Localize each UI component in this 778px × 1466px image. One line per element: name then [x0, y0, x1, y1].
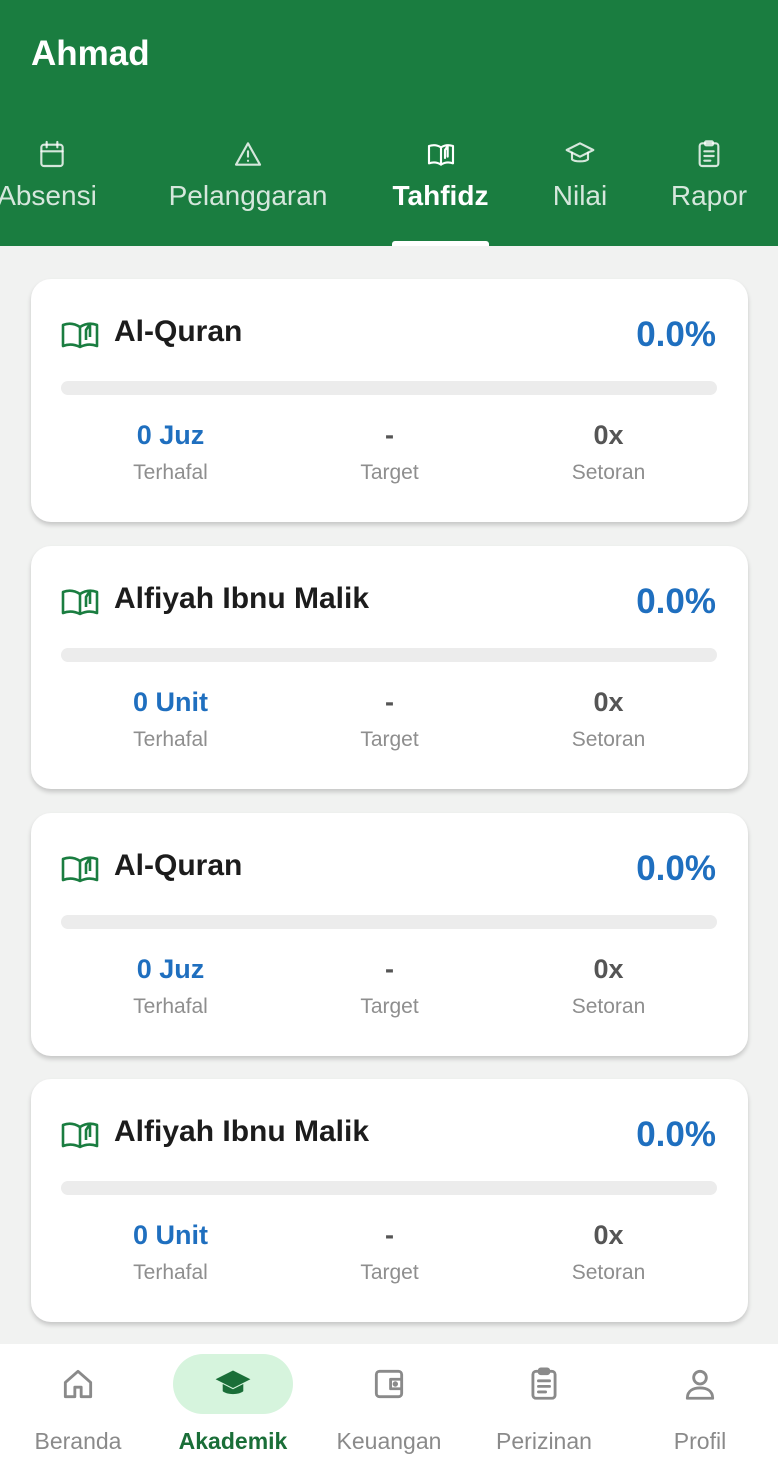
- clipboard-icon: [698, 140, 720, 168]
- nav-pill: [18, 1354, 138, 1414]
- stat-label: Terhafal: [133, 1261, 208, 1284]
- nav-beranda[interactable]: Beranda: [3, 1354, 153, 1464]
- progress-percent: 0.0%: [636, 1115, 716, 1154]
- person-icon: [685, 1369, 715, 1400]
- stat-terhafal: 0 Unit Terhafal: [61, 684, 280, 752]
- tab-label: Tahfidz: [392, 180, 489, 211]
- nav-profil[interactable]: Profil: [625, 1354, 775, 1464]
- nav-pill: [640, 1354, 760, 1414]
- progress-percent: 0.0%: [636, 582, 716, 621]
- open-book-icon: [427, 144, 454, 166]
- active-tab-indicator: [392, 241, 489, 246]
- stat-value: 0 Juz: [136, 954, 205, 984]
- progress-bar: [61, 1181, 717, 1195]
- clipboard-icon: [531, 1367, 557, 1400]
- open-book-icon: [61, 589, 99, 616]
- graduation-cap-icon: [215, 1370, 251, 1395]
- stat-setoran: 0x Setoran: [499, 417, 718, 485]
- warning-icon: [234, 142, 262, 166]
- stat-label: Target: [360, 461, 419, 484]
- stat-value: 0 Juz: [136, 420, 205, 450]
- stat-value: 0 Unit: [132, 1220, 208, 1250]
- nav-akademik[interactable]: Akademik: [158, 1354, 308, 1464]
- stat-label: Target: [360, 1261, 419, 1284]
- graduation-cap-icon: [565, 142, 595, 163]
- app-header: Ahmad Absensi Pelanggaran Tahfidz Nilai …: [0, 0, 778, 246]
- nav-pill: [329, 1354, 449, 1414]
- page-title: Ahmad: [31, 34, 150, 73]
- card-title: Alfiyah Ibnu Malik: [114, 1115, 370, 1148]
- tab-tahfidz[interactable]: Tahfidz: [384, 134, 497, 246]
- tab-label: Absensi: [0, 180, 97, 211]
- nav-label: Akademik: [178, 1428, 288, 1454]
- stat-terhafal: 0 Juz Terhafal: [61, 951, 280, 1019]
- stat-terhafal: 0 Juz Terhafal: [61, 417, 280, 485]
- open-book-icon: [61, 322, 99, 349]
- stat-value: -: [385, 1220, 394, 1250]
- card-title: Al-Quran: [114, 315, 243, 348]
- tab-label: Rapor: [670, 180, 748, 211]
- nav-label: Profil: [673, 1428, 727, 1454]
- progress-percent: 0.0%: [636, 849, 716, 888]
- tahfidz-card[interactable]: Alfiyah Ibnu Malik 0.0% 0 Unit Terhafal …: [31, 1079, 748, 1322]
- nav-perizinan[interactable]: Perizinan: [469, 1354, 619, 1464]
- tab-pelanggaran[interactable]: Pelanggaran: [165, 134, 331, 246]
- wallet-icon: [374, 1369, 404, 1399]
- tab-absensi[interactable]: Absensi: [0, 134, 104, 246]
- open-book-icon: [61, 856, 99, 883]
- tab-rapor[interactable]: Rapor: [664, 134, 754, 246]
- stat-value: 0x: [593, 420, 624, 450]
- nav-pill: [484, 1354, 604, 1414]
- progress-bar: [61, 915, 717, 929]
- stat-value: 0x: [593, 687, 624, 717]
- stat-value: 0 Unit: [132, 687, 208, 717]
- home-icon: [63, 1369, 93, 1399]
- tab-label: Pelanggaran: [168, 180, 328, 211]
- stat-label: Target: [360, 995, 419, 1018]
- stat-label: Setoran: [571, 995, 646, 1018]
- tahfidz-card[interactable]: Al-Quran 0.0% 0 Juz Terhafal - Target 0x…: [31, 279, 748, 522]
- stat-label: Setoran: [571, 728, 646, 751]
- stat-setoran: 0x Setoran: [499, 951, 718, 1019]
- tab-nilai[interactable]: Nilai: [540, 134, 620, 246]
- tab-label: Nilai: [552, 180, 608, 211]
- card-title: Alfiyah Ibnu Malik: [114, 582, 370, 615]
- nav-label: Beranda: [34, 1428, 122, 1454]
- stat-label: Terhafal: [133, 995, 208, 1018]
- stat-target: - Target: [280, 951, 499, 1019]
- stat-target: - Target: [280, 684, 499, 752]
- bottom-navigation: Beranda Akademik Keuangan Perizinan Prof…: [0, 1344, 778, 1466]
- calendar-icon: [40, 140, 64, 168]
- stat-label: Terhafal: [133, 461, 208, 484]
- progress-bar: [61, 381, 717, 395]
- progress-percent: 0.0%: [636, 315, 716, 354]
- stat-target: - Target: [280, 1217, 499, 1285]
- stat-label: Setoran: [571, 461, 646, 484]
- tahfidz-card[interactable]: Alfiyah Ibnu Malik 0.0% 0 Unit Terhafal …: [31, 546, 748, 789]
- nav-pill: [173, 1354, 293, 1414]
- progress-bar: [61, 648, 717, 662]
- stat-setoran: 0x Setoran: [499, 684, 718, 752]
- tahfidz-card[interactable]: Al-Quran 0.0% 0 Juz Terhafal - Target 0x…: [31, 813, 748, 1056]
- open-book-icon: [61, 1122, 99, 1149]
- stat-value: 0x: [593, 1220, 624, 1250]
- stat-label: Target: [360, 728, 419, 751]
- stat-label: Setoran: [571, 1261, 646, 1284]
- nav-label: Keuangan: [336, 1428, 442, 1454]
- stat-value: -: [385, 954, 394, 984]
- stat-value: -: [385, 687, 394, 717]
- nav-label: Perizinan: [496, 1428, 592, 1454]
- stat-value: -: [385, 420, 394, 450]
- stat-setoran: 0x Setoran: [499, 1217, 718, 1285]
- stat-target: - Target: [280, 417, 499, 485]
- stat-value: 0x: [593, 954, 624, 984]
- card-title: Al-Quran: [114, 849, 243, 882]
- stat-terhafal: 0 Unit Terhafal: [61, 1217, 280, 1285]
- nav-keuangan[interactable]: Keuangan: [314, 1354, 464, 1464]
- stat-label: Terhafal: [133, 728, 208, 751]
